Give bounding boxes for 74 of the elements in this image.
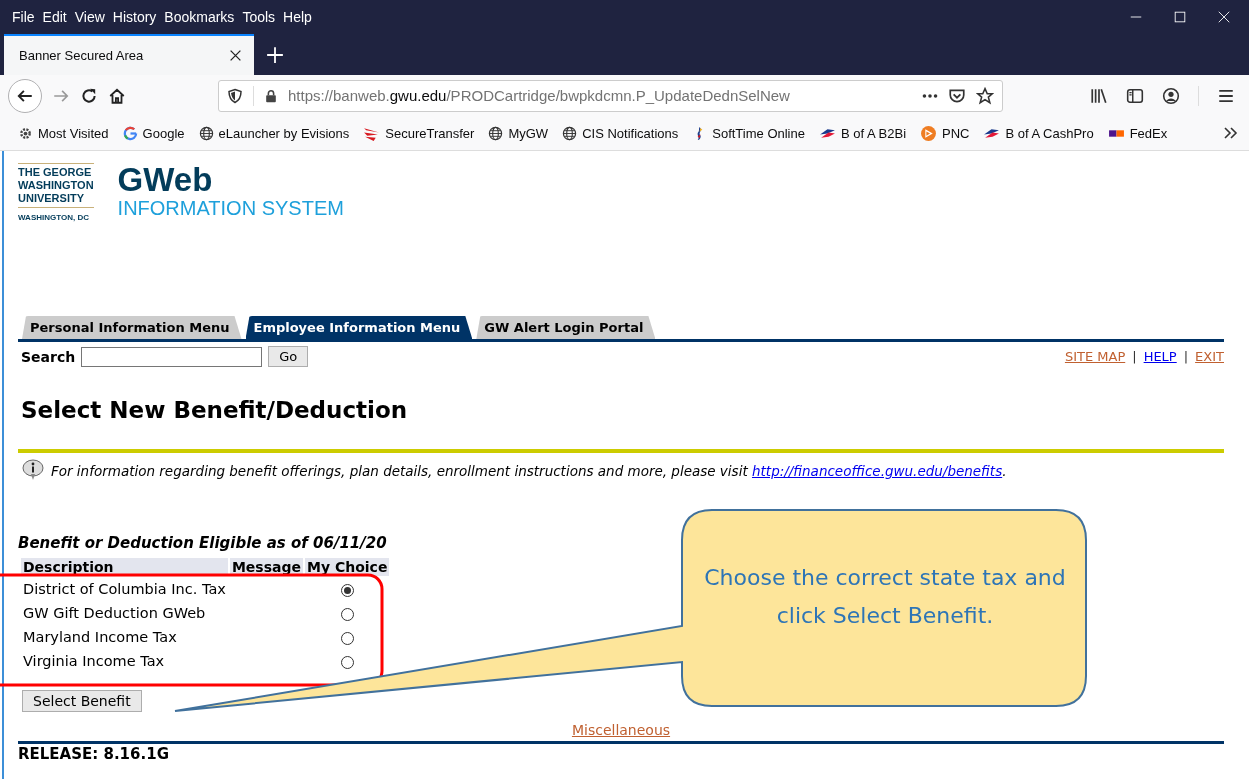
brand-subtitle: INFORMATION SYSTEM	[117, 197, 344, 220]
tab-title: Banner Secured Area	[19, 48, 145, 63]
menu-item[interactable]: File	[10, 9, 41, 25]
bookmark-item[interactable]: Google	[122, 125, 185, 141]
shield-icon	[227, 87, 243, 104]
radio-button[interactable]	[340, 631, 354, 645]
menu-item[interactable]: Tools	[240, 9, 282, 25]
menu-item[interactable]: Edit	[40, 9, 73, 25]
search-label: Search	[21, 348, 76, 365]
menu-item[interactable]: History	[110, 9, 163, 25]
radio-button[interactable]	[340, 583, 354, 597]
brand-title: GWeb	[117, 163, 214, 197]
menu-item[interactable]: Help	[281, 9, 318, 25]
table-caption: Benefit or Deduction Eligible as of 06/11/20	[18, 534, 388, 552]
bookmark-item[interactable]: SecureTransfer	[363, 124, 475, 142]
sidebar-icon	[1126, 86, 1144, 105]
star-icon	[976, 86, 994, 105]
browser-tab[interactable]: Banner Secured Area	[4, 34, 254, 75]
menu-tab[interactable]: GW Alert Login Portal	[476, 316, 656, 339]
close-icon	[1217, 10, 1231, 24]
radio-button[interactable]	[340, 607, 354, 621]
menu-tab[interactable]: Personal Information Menu	[22, 316, 242, 339]
nav-link[interactable]: SITE MAP	[1064, 349, 1126, 364]
reload-icon	[80, 86, 98, 105]
search-field[interactable]	[81, 346, 263, 367]
link-separator: |	[1183, 349, 1189, 364]
page-heading: Select New Benefit/Deduction	[21, 397, 409, 423]
release-label: RELEASE: 8.16.1G	[18, 741, 1224, 763]
more-icon	[922, 93, 938, 98]
bookmark-item[interactable]: MyGW	[488, 125, 549, 141]
globe-icon	[488, 125, 504, 141]
library-icon	[1090, 86, 1108, 105]
radio-button[interactable]	[340, 655, 354, 669]
url-text: https://banweb.gwu.edu/PRODCartridge/bwpkdcmn.P_UpdateDednSelNew	[288, 87, 791, 104]
info-text: For information regarding benefit offerings, plan details, enrollment instructions and more, please visit http://financeoffice.gwu.edu/benefits.	[51, 463, 1007, 479]
bookmark-item[interactable]: FedEx	[1107, 124, 1168, 142]
home-icon	[108, 86, 126, 105]
back-button[interactable]	[8, 78, 42, 113]
google-g-icon	[122, 125, 138, 141]
pnc-icon	[920, 124, 937, 142]
gear-icon	[18, 125, 33, 141]
select-benefit-button[interactable]: Select Benefit	[22, 690, 142, 712]
table-cell-text: GW Gift Deduction GWeb	[22, 604, 207, 623]
chevron-icon	[1223, 125, 1239, 141]
table-cell-text: District of Columbia Inc. Tax	[22, 580, 227, 599]
menu-item[interactable]: View	[72, 9, 111, 25]
account-icon	[1162, 86, 1180, 105]
link-separator: |	[1132, 349, 1137, 364]
bookmark-item[interactable]: CIS Notifications	[562, 125, 679, 141]
nav-link[interactable]: EXIT	[1195, 349, 1224, 364]
menu-item[interactable]: Bookmarks	[162, 9, 241, 25]
bookmark-item[interactable]: B of A CashPro	[983, 124, 1094, 142]
table-cell-text: Virginia Income Tax	[22, 652, 166, 671]
university-wordmark: THE GEORGE WASHINGTON UNIVERSITY	[18, 163, 94, 208]
menu-tab[interactable]: Employee Information Menu	[245, 316, 473, 339]
lock-icon	[264, 88, 278, 103]
go-button[interactable]: Go	[268, 346, 309, 367]
callout-text: Choose the correct state tax and click Select Benefit.	[703, 564, 1067, 630]
miscellaneous-link[interactable]: Miscellaneous	[571, 722, 671, 738]
bookmark-item[interactable]: eLauncher by Evisions	[198, 125, 350, 141]
bookmark-item[interactable]: SoftTime Online	[692, 125, 805, 141]
column-header: My Choice	[305, 558, 390, 576]
globe-icon	[198, 125, 214, 141]
university-location: WASHINGTON, DC	[18, 213, 90, 222]
maximize-icon	[1173, 10, 1187, 24]
address-bar[interactable]: https://banweb.gwu.edu/PRODCartridge/bwpkdcmn.P_UpdateDednSelNew	[218, 79, 1003, 112]
globe-icon	[562, 125, 578, 141]
plus-icon	[266, 45, 284, 64]
bookmark-item[interactable]: B of A B2Bi	[818, 124, 906, 142]
table-cell-text: Maryland Income Tax	[22, 628, 178, 647]
nav-link[interactable]: HELP	[1143, 349, 1177, 364]
bookmark-item[interactable]: PNC	[920, 124, 970, 142]
bookmark-item[interactable]: Most Visited	[18, 125, 109, 141]
close-icon	[229, 49, 242, 62]
